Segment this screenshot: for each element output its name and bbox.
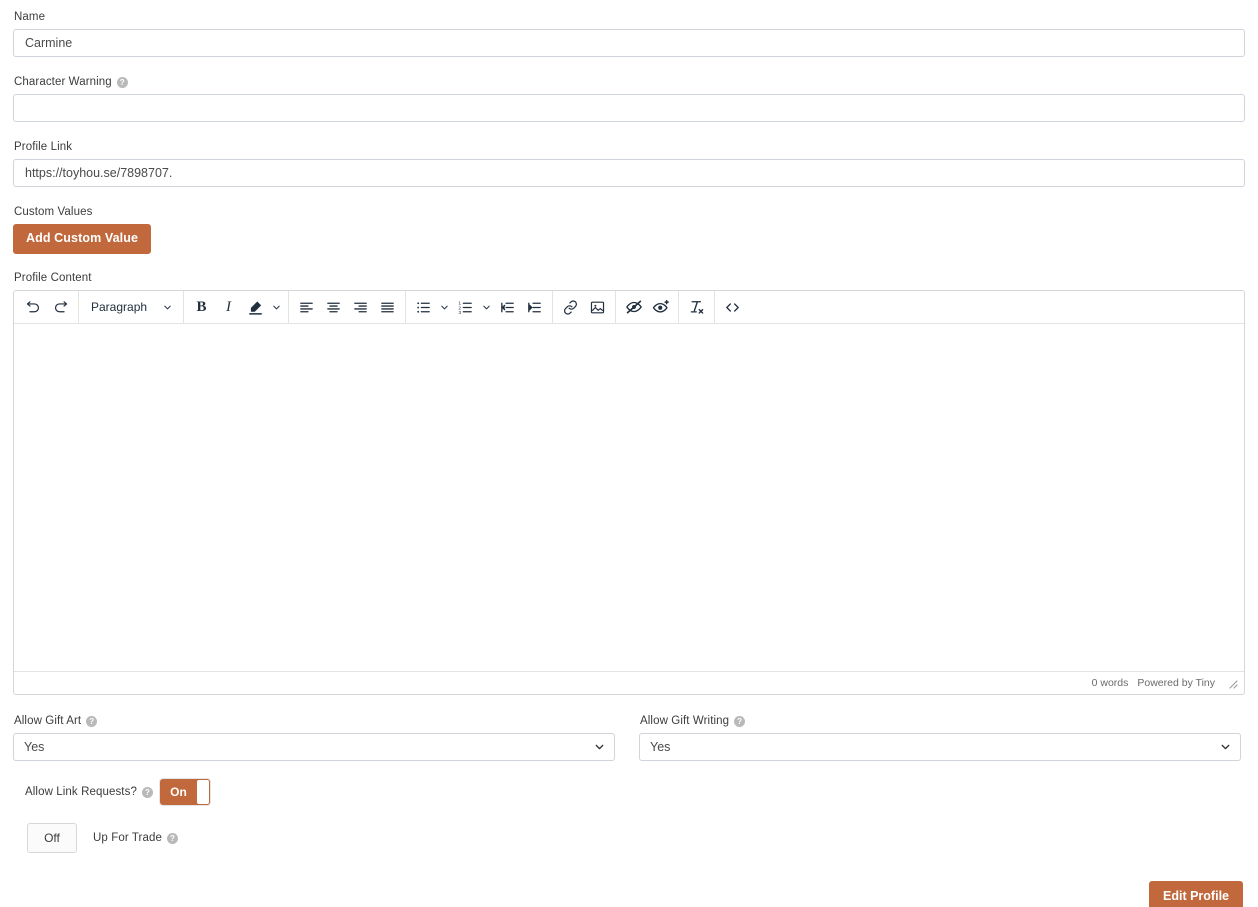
toolbar-group-lists: 123	[406, 290, 553, 324]
allow-gift-art-label-text: Allow Gift Art	[14, 715, 82, 727]
allow-gift-art-select[interactable]: Yes	[13, 733, 615, 761]
field-up-for-trade: Off Up For Trade ?	[13, 823, 1245, 853]
profile-link-label: Profile Link	[14, 140, 1245, 154]
toolbar-group-blockformat: Paragraph	[79, 290, 184, 324]
allow-gift-writing-select[interactable]: Yes	[639, 733, 1241, 761]
profile-content-label: Profile Content	[14, 271, 1245, 285]
align-left-icon[interactable]	[293, 294, 320, 321]
field-name: Name	[13, 10, 1245, 57]
field-profile-link: Profile Link	[13, 140, 1245, 187]
align-right-icon[interactable]	[347, 294, 374, 321]
field-allow-gift-writing: Allow Gift Writing ? Yes	[639, 714, 1241, 761]
text-color-chevron-down-icon[interactable]	[269, 294, 284, 321]
toolbar-group-source	[715, 291, 750, 324]
bullet-list-chevron-down-icon[interactable]	[437, 294, 452, 321]
toolbar-group-visibility	[616, 290, 679, 324]
help-icon[interactable]: ?	[116, 76, 128, 88]
allow-gift-writing-select-wrap: Yes	[639, 733, 1241, 761]
profile-content-label-text: Profile Content	[14, 272, 92, 284]
name-label-text: Name	[14, 11, 46, 23]
help-icon[interactable]: ?	[166, 832, 178, 844]
image-icon[interactable]	[584, 294, 611, 321]
profile-link-label-text: Profile Link	[14, 141, 73, 153]
field-profile-content: Profile Content Paragraph B I 1 2 3 0 wo…	[13, 271, 1245, 695]
toolbar-group-history	[16, 290, 79, 324]
source-code-icon[interactable]	[719, 294, 746, 321]
editor-toolbar: Paragraph B I 1 2 3	[14, 290, 1244, 324]
name-label: Name	[14, 10, 1245, 24]
clear-formatting-icon[interactable]	[683, 294, 710, 321]
numbered-list-icon[interactable]: 123	[452, 294, 479, 321]
allow-gift-writing-label-text: Allow Gift Writing	[640, 715, 730, 727]
help-icon[interactable]: ?	[141, 786, 153, 798]
editor-branding[interactable]: Powered by Tiny	[1137, 677, 1215, 689]
outdent-icon[interactable]	[494, 294, 521, 321]
up-for-trade-label: Up For Trade ?	[93, 832, 178, 844]
custom-values-label-text: Custom Values	[14, 206, 93, 218]
link-icon[interactable]	[557, 294, 584, 321]
align-justify-icon[interactable]	[374, 294, 401, 321]
profile-link-input[interactable]	[13, 159, 1245, 187]
editor-content-area[interactable]	[14, 324, 1244, 671]
toolbar-group-clear	[679, 290, 715, 324]
hide-eye-slash-icon[interactable]	[620, 294, 647, 321]
rich-text-editor: Paragraph B I 1 2 3 0 words Powered by T…	[13, 290, 1245, 695]
numbered-list-chevron-down-icon[interactable]	[479, 294, 494, 321]
help-icon[interactable]: ?	[86, 715, 98, 727]
bold-icon[interactable]: B	[188, 294, 215, 321]
allow-link-requests-label-text: Allow Link Requests?	[25, 786, 137, 798]
editor-status-bar: 0 words Powered by Tiny	[14, 671, 1244, 694]
indent-icon[interactable]	[521, 294, 548, 321]
allow-link-requests-toggle-state: On	[170, 785, 187, 799]
allow-gift-writing-label: Allow Gift Writing ?	[640, 714, 1241, 728]
character-warning-label: Character Warning ?	[14, 75, 1245, 89]
reveal-eye-plus-icon[interactable]	[647, 294, 674, 321]
toolbar-group-inline: B I	[184, 290, 289, 324]
character-warning-input[interactable]	[13, 94, 1245, 122]
allow-link-requests-label: Allow Link Requests? ?	[25, 786, 153, 798]
field-allow-gift-art: Allow Gift Art ? Yes	[13, 714, 615, 761]
up-for-trade-toggle[interactable]: Off	[27, 823, 77, 853]
field-character-warning: Character Warning ?	[13, 75, 1245, 122]
italic-icon[interactable]: I	[215, 294, 242, 321]
help-icon[interactable]: ?	[734, 715, 746, 727]
word-count: 0 words	[1091, 677, 1129, 689]
block-format-value: Paragraph	[91, 300, 148, 314]
allow-link-requests-toggle[interactable]: On	[159, 779, 210, 805]
resize-handle-icon[interactable]	[1226, 677, 1238, 689]
character-warning-label-text: Character Warning	[14, 76, 112, 88]
field-custom-values: Custom Values Add Custom Value	[13, 205, 1245, 254]
chevron-down-icon	[164, 305, 171, 309]
bullet-list-icon[interactable]	[410, 294, 437, 321]
undo-icon[interactable]	[20, 294, 47, 321]
allow-gift-art-label: Allow Gift Art ?	[14, 714, 615, 728]
name-input[interactable]	[13, 29, 1245, 57]
form-footer: Edit Profile	[13, 881, 1245, 907]
svg-text:3: 3	[458, 309, 461, 315]
gift-permissions-row: Allow Gift Art ? Yes Allow Gift Writing …	[13, 714, 1245, 761]
up-for-trade-label-text: Up For Trade	[93, 832, 162, 844]
edit-profile-button[interactable]: Edit Profile	[1149, 881, 1243, 907]
text-color-icon[interactable]	[242, 294, 269, 321]
allow-gift-art-select-wrap: Yes	[13, 733, 615, 761]
toolbar-group-align	[289, 290, 406, 324]
toggle-knob	[196, 780, 209, 804]
character-profile-edit-form: Name Character Warning ? Profile Link Cu…	[0, 10, 1258, 907]
block-format-select[interactable]: Paragraph	[83, 294, 179, 321]
align-center-icon[interactable]	[320, 294, 347, 321]
field-allow-link-requests: Allow Link Requests? ? On	[13, 779, 1245, 805]
toolbar-group-insert	[553, 290, 616, 324]
redo-icon[interactable]	[47, 294, 74, 321]
custom-values-label: Custom Values	[14, 205, 1245, 219]
add-custom-value-button[interactable]: Add Custom Value	[13, 224, 152, 254]
